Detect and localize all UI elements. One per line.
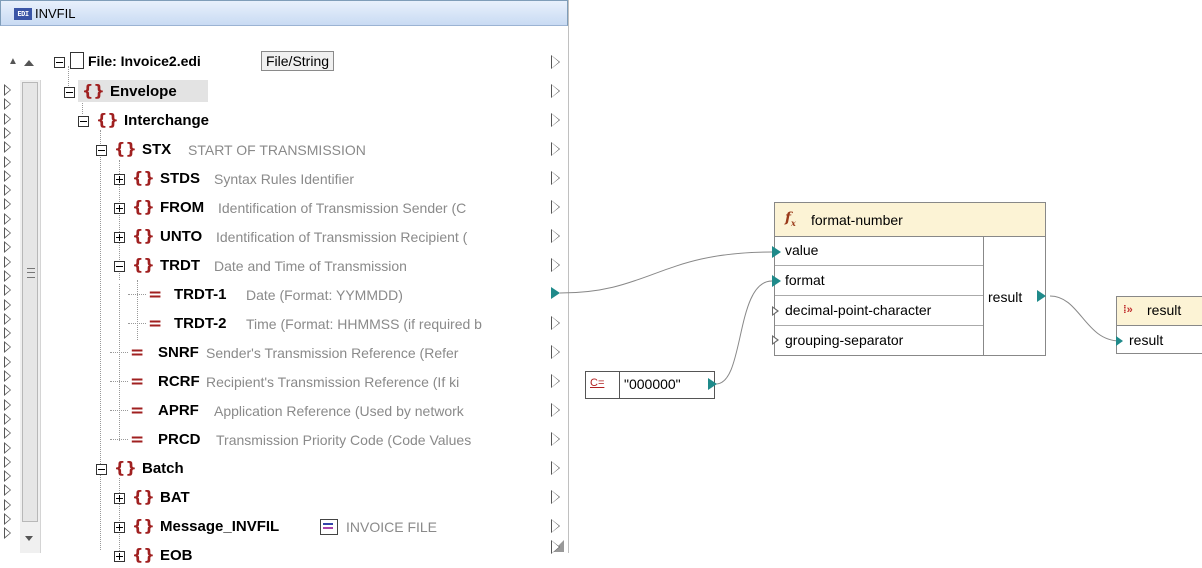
format-input-connector-icon[interactable] (772, 275, 781, 287)
result-target-component[interactable]: ⁞» result result (1116, 296, 1202, 354)
result-output-connector-icon[interactable] (1037, 290, 1046, 302)
param-label: format (785, 272, 825, 288)
function-output-label: result (988, 289, 1023, 305)
param-grouping-separator[interactable]: grouping-separator (775, 326, 983, 355)
param-value[interactable]: value (775, 236, 983, 266)
constant-output-connector-icon[interactable] (708, 378, 717, 390)
wire-result-to-target (1049, 295, 1121, 342)
wire-const-to-format (715, 280, 773, 385)
divider (983, 236, 984, 355)
param-decimal-point-character[interactable]: decimal-point-character (775, 296, 983, 326)
constant-icon: C= (590, 377, 605, 389)
target-item-label: result (1129, 332, 1164, 348)
constant-value: "000000" (624, 376, 681, 392)
target-title: result (1147, 302, 1182, 318)
param-label: grouping-separator (785, 332, 904, 348)
value-input-connector-icon[interactable] (772, 246, 781, 258)
param-label: decimal-point-character (785, 302, 932, 318)
param-format[interactable]: format (775, 266, 983, 296)
divider (619, 372, 620, 398)
target-title-bar[interactable]: ⁞» result (1117, 297, 1202, 326)
function-title-bar[interactable]: fx format-number (775, 203, 1045, 237)
param-label: value (785, 242, 819, 258)
grouping-input-connector-icon[interactable] (772, 335, 779, 345)
wire-trdt1-to-value (559, 251, 773, 294)
function-title: format-number (811, 212, 903, 228)
output-icon: ⁞» (1123, 304, 1133, 316)
decimal-input-connector-icon[interactable] (772, 306, 779, 316)
constant-component[interactable]: C= "000000" (585, 371, 715, 399)
function-icon: fx (785, 210, 796, 228)
format-number-function[interactable]: fx format-number value format decimal-po… (774, 202, 1046, 356)
result-input-connector-icon[interactable] (1116, 336, 1123, 346)
